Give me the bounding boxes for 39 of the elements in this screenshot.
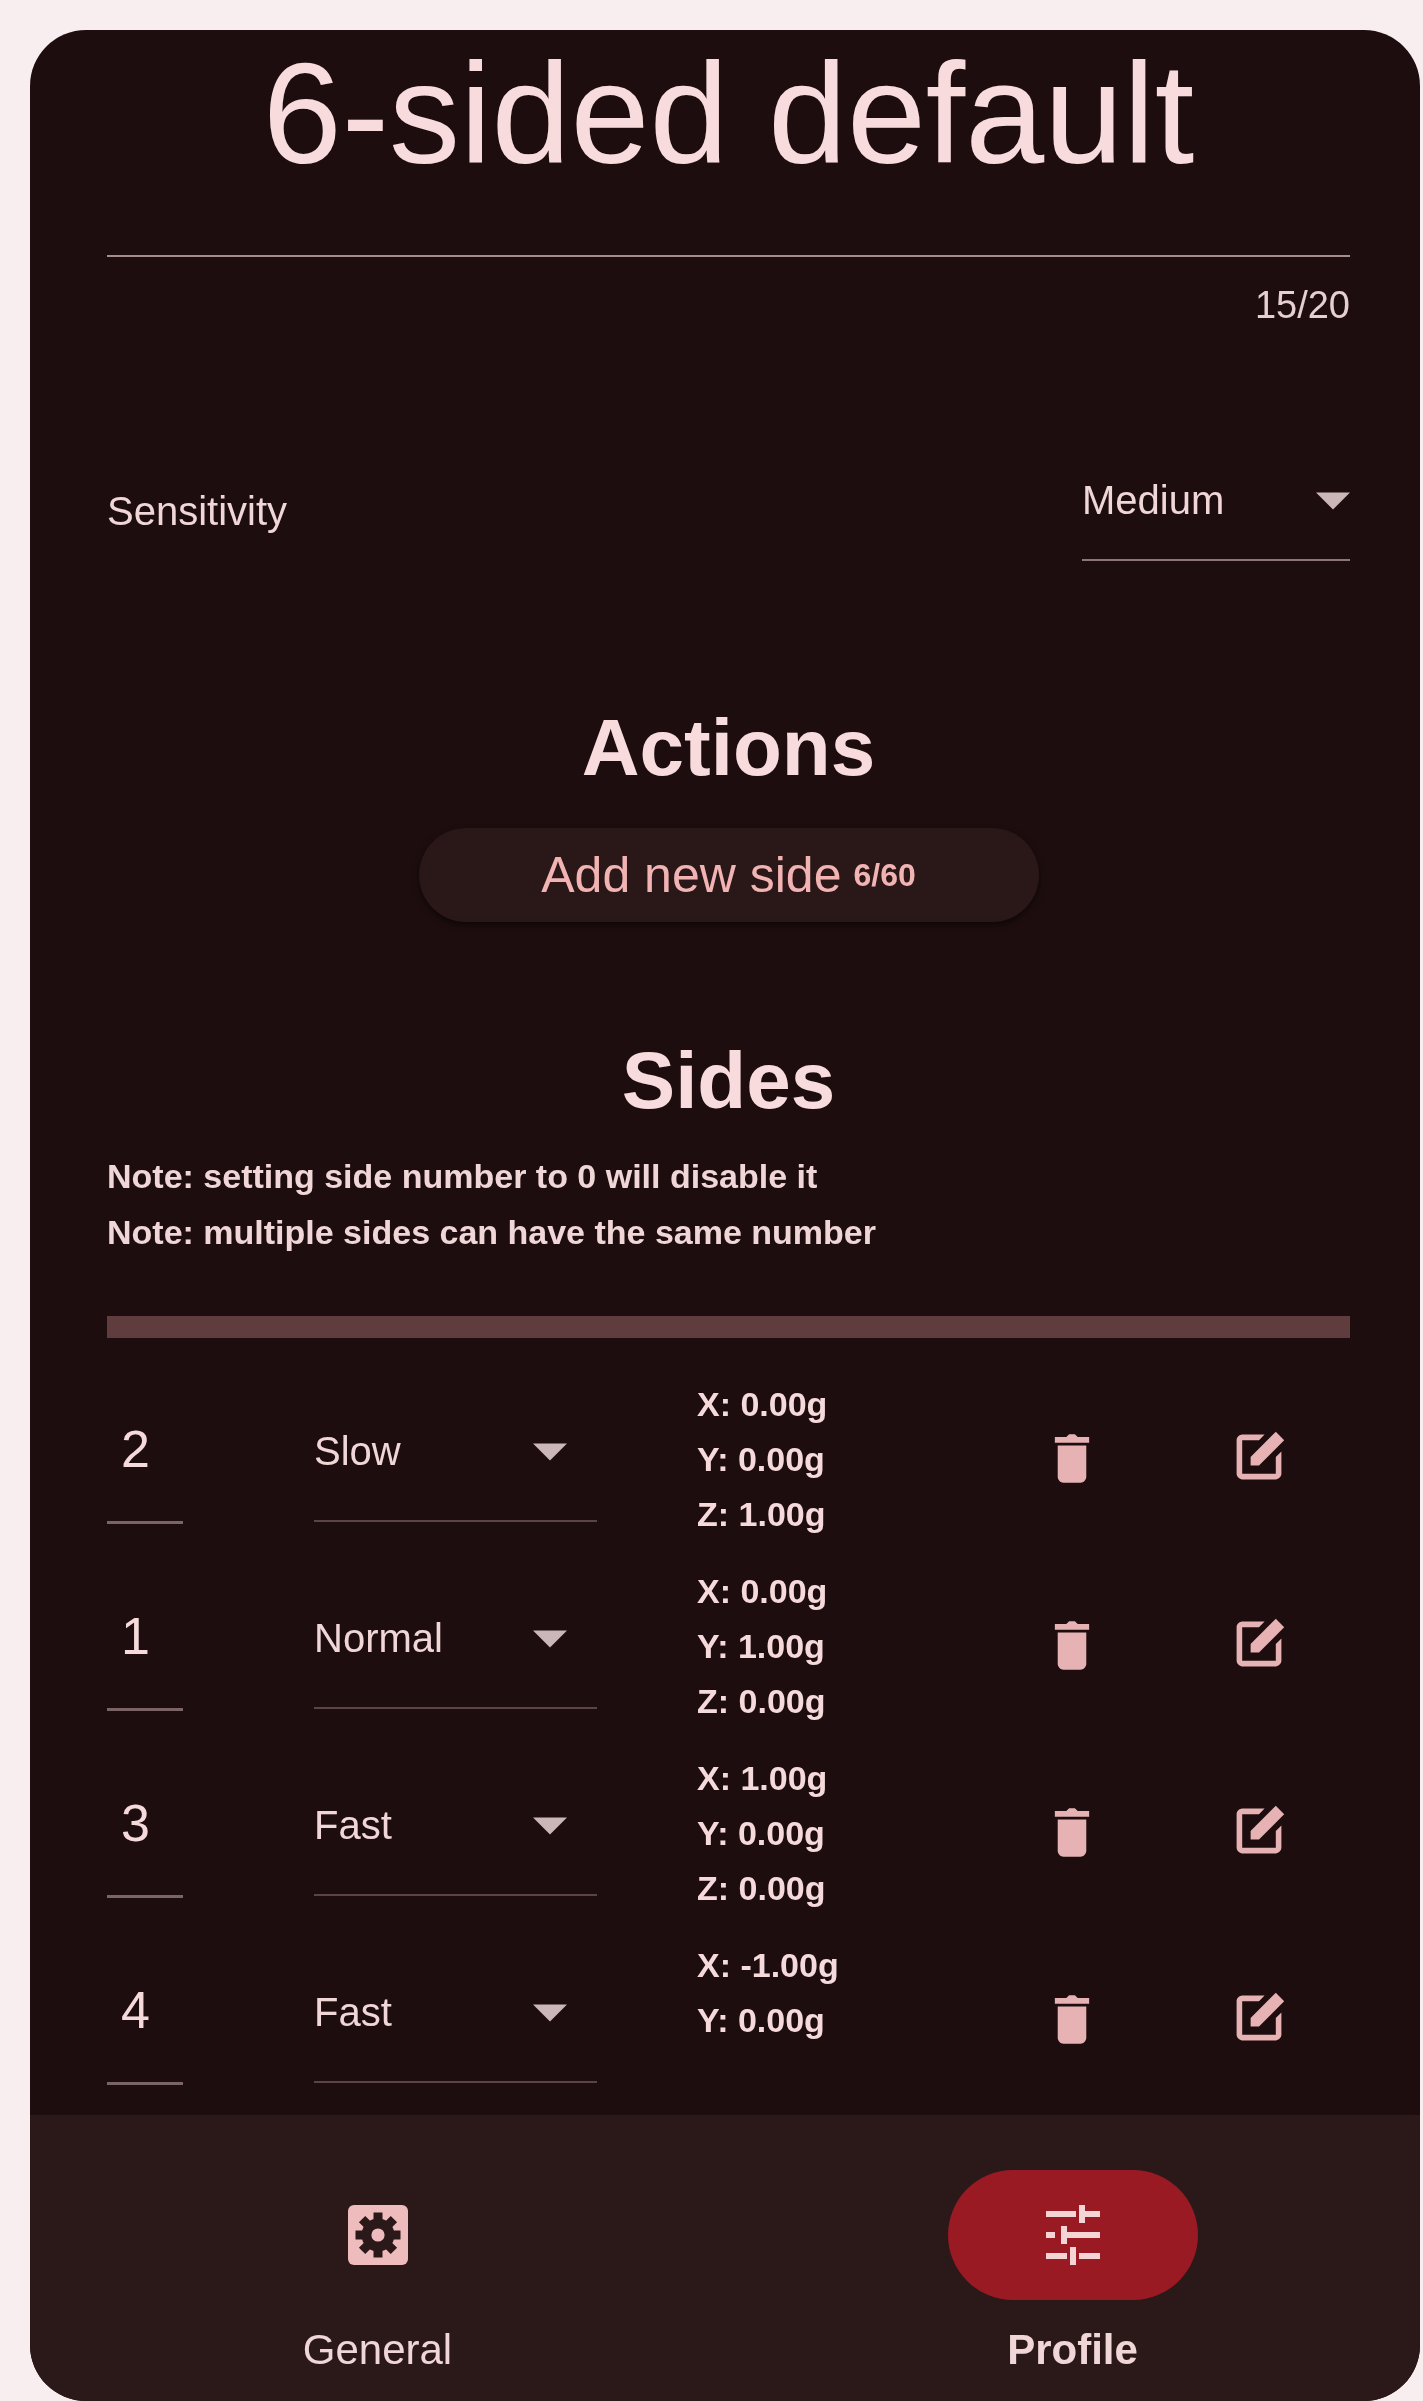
side-number-field[interactable]: 3 — [107, 1741, 183, 1898]
side-number-field[interactable]: 2 — [107, 1367, 183, 1524]
profile-title: 6-sided default — [262, 33, 1195, 194]
trash-icon — [1052, 1992, 1092, 2044]
sensitivity-label: Sensitivity — [107, 489, 288, 535]
axis-value: X: 1.00g — [697, 1758, 828, 1799]
section-heading: Actions — [580, 702, 877, 795]
note-text: Note: setting side number to 0 will disable it — [107, 1156, 819, 1197]
trash-icon — [1052, 1618, 1092, 1670]
side-number-field[interactable]: 1 — [107, 1554, 183, 1711]
character-counter: 15/20 — [1254, 284, 1350, 328]
caret-icon — [533, 1629, 567, 1648]
speed-dropdown[interactable]: Fast — [314, 1928, 597, 2083]
caret-icon — [533, 1442, 567, 1461]
speed-dropdown[interactable]: Fast — [314, 1741, 597, 1896]
speed-dropdown[interactable]: Slow — [314, 1367, 597, 1522]
note-text: Note: multiple sides can have the same number — [107, 1212, 877, 1253]
axis-value: Y: 0.00g — [697, 1439, 826, 1480]
axis-value: X: -1.00g — [697, 1945, 839, 1986]
axis-value: X: 0.00g — [697, 1571, 828, 1612]
side-number-field[interactable]: 4 — [107, 1928, 183, 2085]
axis-value: Z: 0.00g — [697, 1868, 827, 1909]
nav-label[interactable]: General — [302, 2326, 453, 2374]
axis-value: Y: 1.00g — [697, 1626, 826, 1667]
axis-value: Z: 0.00g — [697, 1681, 827, 1722]
trash-icon — [1052, 1805, 1092, 1857]
caret-icon — [1316, 491, 1350, 510]
trash-icon — [1052, 1431, 1092, 1483]
nav-label[interactable]: Profile — [1007, 2326, 1138, 2374]
add-side-button[interactable]: Add new side 6/60 — [418, 828, 1039, 922]
axis-value: Z: 1.00g — [697, 1494, 827, 1535]
sensitivity-dropdown[interactable]: Medium — [1082, 462, 1350, 562]
axis-value: Y: 0.00g — [697, 2000, 826, 2041]
caret-icon — [533, 1816, 567, 1835]
speed-dropdown[interactable]: Normal — [314, 1554, 597, 1709]
axis-value: X: 0.00g — [697, 1384, 828, 1425]
section-heading: Sides — [620, 1035, 837, 1127]
axis-value: Y: 0.00g — [697, 1813, 826, 1854]
caret-icon — [533, 2003, 567, 2022]
